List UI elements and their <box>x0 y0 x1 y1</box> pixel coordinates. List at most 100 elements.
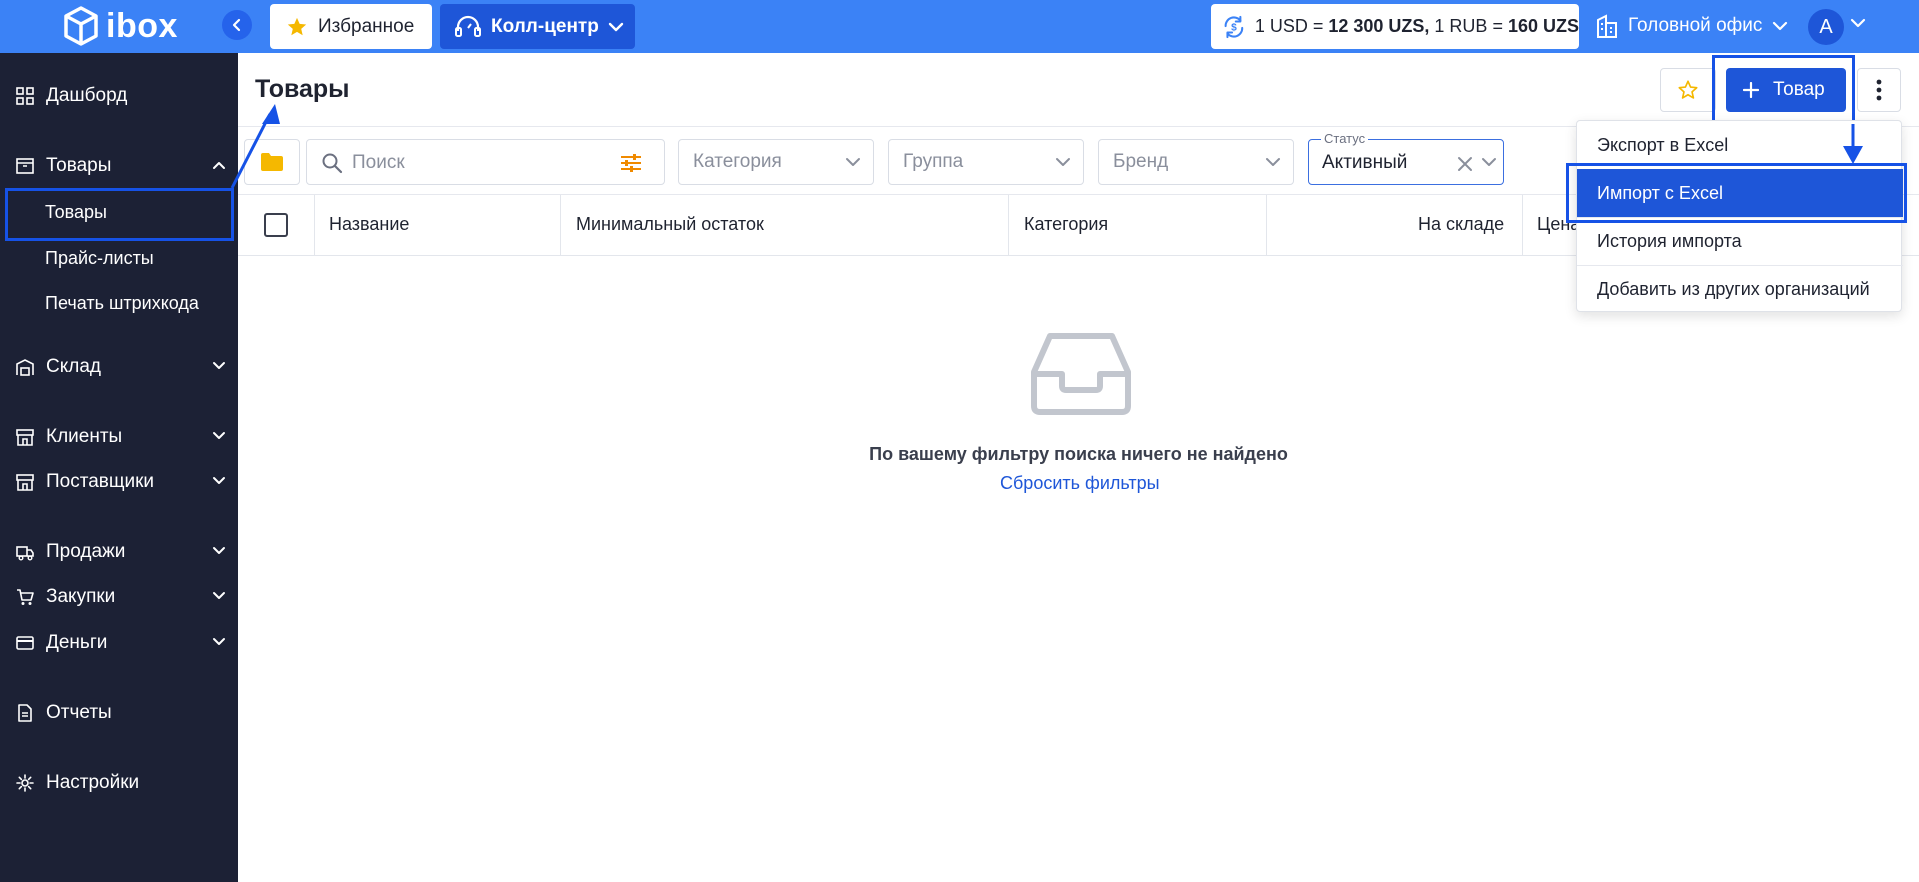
store-icon <box>16 429 34 446</box>
status-legend: Статус <box>1321 131 1369 146</box>
chevron-down-icon <box>846 158 860 166</box>
sidebar-item-suppliers[interactable]: Поставщики <box>0 462 238 502</box>
chevron-down-icon <box>213 638 225 645</box>
empty-state-message: По вашему фильтру поиска ничего не найде… <box>869 444 1288 464</box>
annotation-highlight-import <box>1566 163 1907 223</box>
sidebar-item-label: Товары <box>46 155 112 176</box>
search-icon <box>322 153 343 174</box>
select-all-checkbox[interactable] <box>264 213 288 237</box>
column-separator <box>314 195 315 255</box>
group-select[interactable]: Группа <box>888 139 1084 185</box>
category-tree-button[interactable] <box>244 139 300 185</box>
sidebar-item-label: Клиенты <box>46 426 123 447</box>
favorites-button[interactable]: Избранное <box>270 4 432 49</box>
brand-select[interactable]: Бренд <box>1098 139 1294 185</box>
search-input[interactable] <box>352 150 602 176</box>
kebab-menu-icon <box>1876 79 1882 101</box>
sidebar-item-money[interactable]: Деньги <box>0 623 238 663</box>
building-icon <box>1597 14 1617 38</box>
chevron-down-icon <box>1482 158 1496 166</box>
sidebar-item-label: Дашборд <box>46 85 128 106</box>
annotation-highlight-products <box>5 188 234 241</box>
category-select[interactable]: Категория <box>678 139 874 185</box>
brand-placeholder: Бренд <box>1113 151 1169 172</box>
column-separator <box>1522 195 1523 255</box>
empty-inbox-icon <box>1031 333 1131 415</box>
page-title: Товары <box>255 75 350 103</box>
column-header-in-stock[interactable]: На складе <box>1418 214 1504 235</box>
sidebar-item-sales[interactable]: Продажи <box>0 532 238 572</box>
top-bar: ibox Избранное Колл-центр $ 1 USD = 12 3… <box>0 0 1919 53</box>
exchange-rates[interactable]: $ 1 USD = 12 300 UZS, 1 RUB = 160 UZS <box>1211 4 1579 49</box>
sidebar: Дашборд Товары Товары Прайс-листы Печать… <box>0 53 238 882</box>
chevron-down-icon <box>213 547 225 554</box>
usd-label: 1 USD = <box>1254 16 1329 36</box>
status-value: Активный <box>1322 152 1408 173</box>
rub-value: 160 UZS <box>1507 16 1579 36</box>
menu-item-import-history[interactable]: История импорта <box>1577 217 1903 265</box>
column-header-min-stock[interactable]: Минимальный остаток <box>576 214 764 235</box>
chevron-left-icon <box>232 18 241 32</box>
rub-label: 1 RUB = <box>1429 16 1508 36</box>
chevron-down-icon <box>213 477 225 484</box>
callcenter-button[interactable]: Колл-центр <box>440 4 635 49</box>
menu-item-export-excel[interactable]: Экспорт в Excel <box>1577 121 1903 169</box>
usd-value: 12 300 UZS, <box>1328 16 1430 36</box>
logo-text: ibox <box>106 6 178 45</box>
app-logo[interactable]: ibox <box>62 5 178 47</box>
column-header-name[interactable]: Название <box>329 214 409 235</box>
column-separator <box>1266 195 1267 255</box>
callcenter-label: Колл-центр <box>491 15 599 37</box>
menu-item-add-from-other-orgs[interactable]: Добавить из других организаций <box>1577 265 1903 313</box>
sidebar-item-label: Поставщики <box>46 471 155 492</box>
star-outline-icon <box>1678 80 1698 99</box>
sidebar-item-products[interactable]: Товары <box>0 146 238 186</box>
favorites-label: Избранное <box>318 15 415 37</box>
chevron-down-icon <box>213 362 225 369</box>
star-filled-icon <box>287 17 307 35</box>
store-icon <box>16 474 34 491</box>
status-select[interactable]: Статус Активный <box>1308 131 1504 185</box>
collapse-sidebar-button[interactable] <box>222 10 252 40</box>
column-separator <box>1008 195 1009 255</box>
chevron-down-icon[interactable] <box>1850 18 1866 28</box>
currency-exchange-icon: $ <box>1224 15 1244 38</box>
sidebar-item-label: Настройки <box>46 772 140 793</box>
clear-icon[interactable] <box>1457 156 1473 172</box>
sidebar-subitem-pricelists[interactable]: Прайс-листы <box>0 238 238 278</box>
office-selector[interactable]: Головной офис <box>1596 6 1788 46</box>
grid-icon <box>16 87 34 105</box>
svg-text:$: $ <box>1231 22 1237 33</box>
sidebar-item-clients[interactable]: Клиенты <box>0 417 238 457</box>
chevron-down-icon <box>1773 21 1788 31</box>
reset-filters-link[interactable]: Сбросить фильтры <box>1000 473 1160 494</box>
category-placeholder: Категория <box>693 151 782 172</box>
headset-icon <box>455 15 481 37</box>
search-field[interactable] <box>306 139 665 185</box>
sidebar-subitem-barcode-print[interactable]: Печать штрихкода <box>0 283 238 323</box>
office-label: Головной офис <box>1628 15 1763 36</box>
sidebar-item-warehouse[interactable]: Склад <box>0 347 238 387</box>
sidebar-item-label: Продажи <box>46 541 126 562</box>
card-icon <box>16 636 34 650</box>
sidebar-item-settings[interactable]: Настройки <box>0 763 238 803</box>
sidebar-item-label: Отчеты <box>46 702 112 723</box>
chevron-down-icon <box>608 22 624 31</box>
sidebar-item-label: Склад <box>46 356 101 377</box>
user-avatar[interactable]: A <box>1808 9 1844 45</box>
sidebar-item-dashboard[interactable]: Дашборд <box>0 76 238 116</box>
cart-icon <box>17 589 34 605</box>
more-options-button[interactable] <box>1857 68 1901 112</box>
favorite-toggle-button[interactable] <box>1660 68 1716 112</box>
box-icon <box>16 158 34 174</box>
warehouse-icon <box>16 359 34 376</box>
truck-icon <box>16 546 34 561</box>
filter-settings-icon[interactable] <box>620 153 642 173</box>
sidebar-item-purchases[interactable]: Закупки <box>0 577 238 617</box>
gear-icon <box>16 774 34 792</box>
chevron-down-icon <box>1056 158 1070 166</box>
sidebar-item-label: Деньги <box>46 632 108 653</box>
column-header-category[interactable]: Категория <box>1024 214 1108 235</box>
sidebar-item-reports[interactable]: Отчеты <box>0 693 238 733</box>
chevron-down-icon <box>213 432 225 439</box>
